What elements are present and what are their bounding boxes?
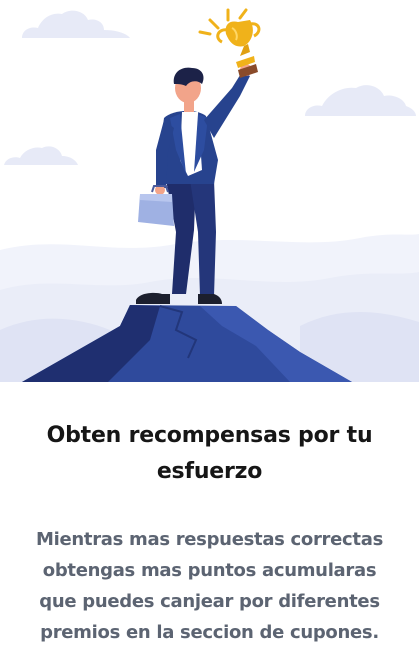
title-line: Obten recompensas por tu bbox=[46, 423, 373, 448]
onboarding-title: Obten recompensas por tu esfuerzo bbox=[0, 418, 419, 490]
onboarding-screen: Obten recompensas por tu esfuerzo Mientr… bbox=[0, 0, 419, 651]
title-line: esfuerzo bbox=[156, 459, 263, 484]
hero-illustration bbox=[0, 0, 419, 382]
onboarding-description: Mientras mas respuestas correctas obteng… bbox=[0, 524, 419, 648]
trophy-mountain-illustration bbox=[0, 0, 419, 382]
description-line: premios en la seccion de cupones. bbox=[40, 622, 379, 643]
description-line: Mientras mas respuestas correctas bbox=[36, 529, 383, 550]
description-line: que puedes canjear por diferentes bbox=[39, 591, 380, 612]
description-line: obtengas mas puntos acumularas bbox=[42, 560, 377, 581]
